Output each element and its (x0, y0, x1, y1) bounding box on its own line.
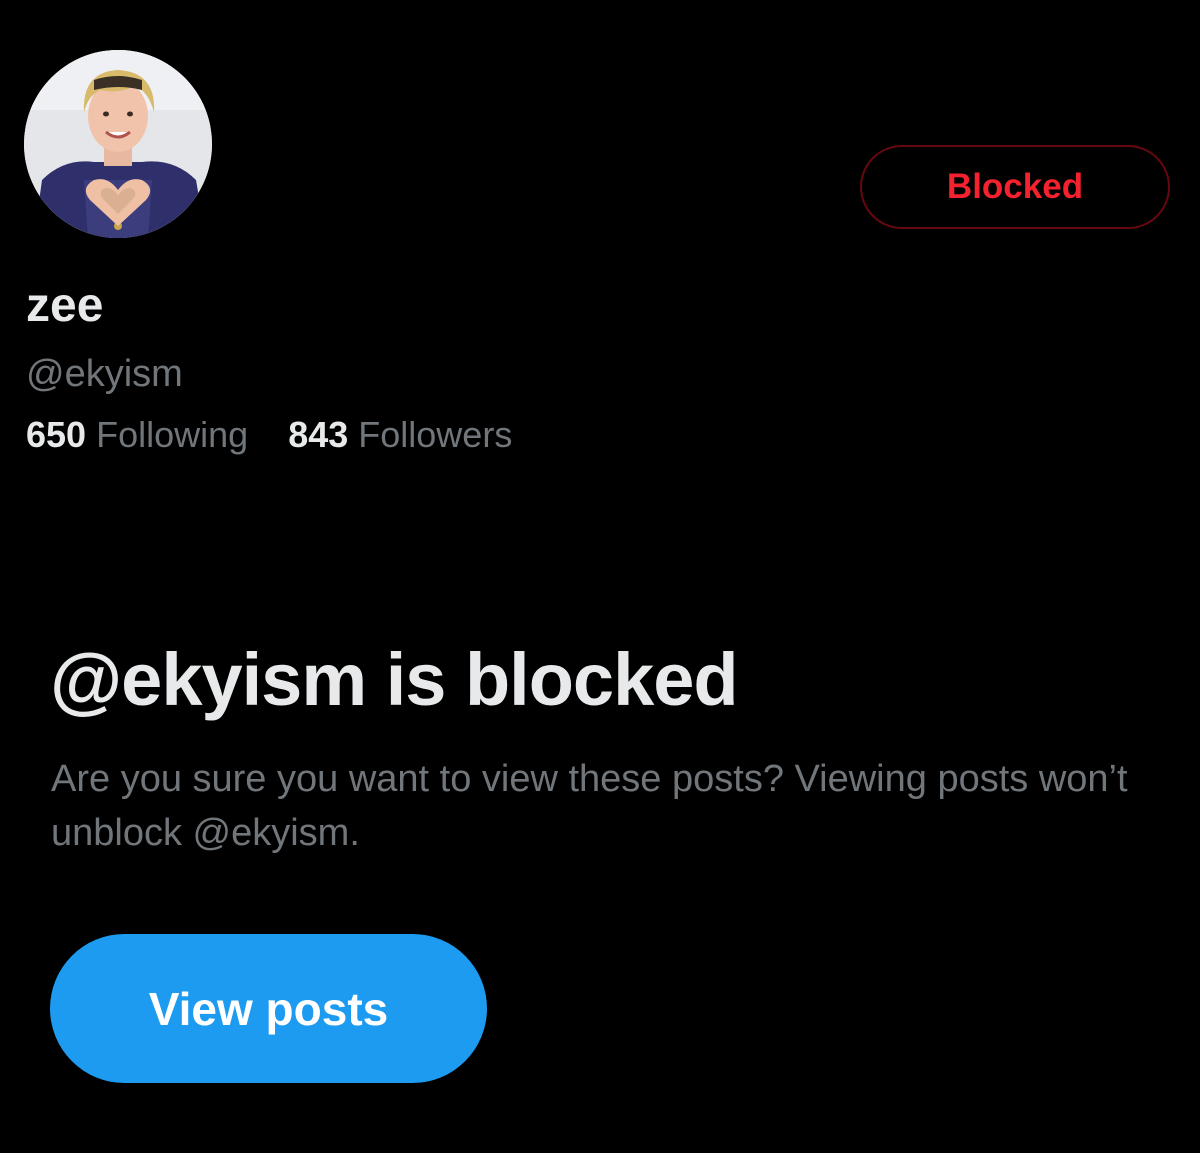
user-handle: @ekyism (26, 353, 183, 395)
followers-link[interactable]: 843 Followers (288, 412, 512, 458)
view-posts-button[interactable]: View posts (50, 934, 487, 1083)
view-posts-button-label: View posts (148, 982, 389, 1035)
profile-stats: 650 Following 843 Followers (26, 412, 542, 458)
blocked-button-label: Blocked (946, 167, 1084, 206)
following-label: Following (96, 414, 249, 455)
following-link[interactable]: 650 Following (26, 412, 248, 458)
display-name: zee (26, 279, 104, 332)
following-count: 650 (26, 414, 87, 455)
followers-label: Followers (358, 414, 513, 455)
followers-count: 843 (288, 414, 349, 455)
blocked-notice-title: @ekyism is blocked (50, 638, 739, 721)
avatar[interactable] (24, 50, 212, 238)
blocked-button[interactable]: Blocked (860, 145, 1170, 229)
blocked-notice-description: Are you sure you want to view these post… (51, 758, 1128, 854)
profile-photo-icon (24, 50, 212, 238)
